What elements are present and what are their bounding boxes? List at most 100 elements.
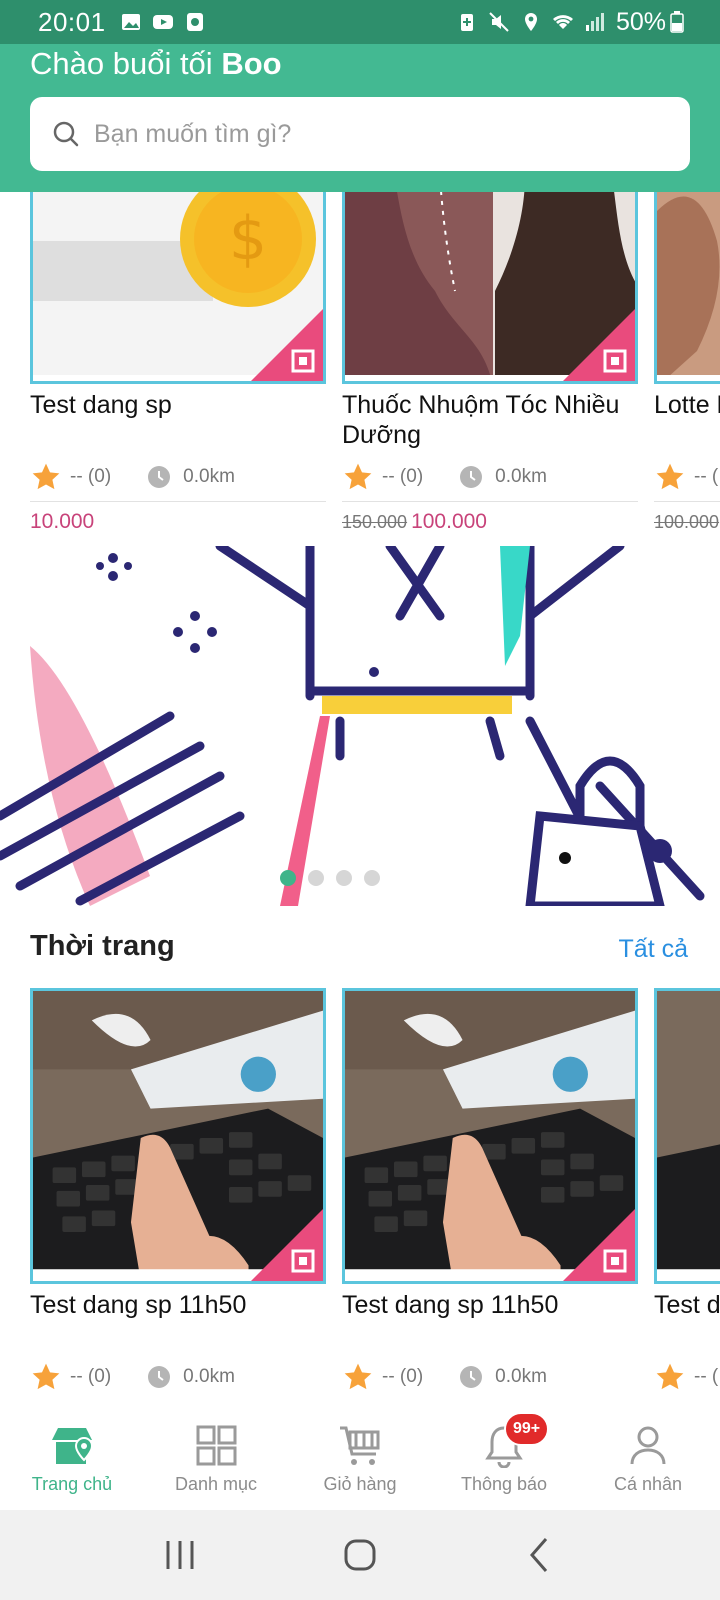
banner-illustration bbox=[0, 546, 720, 906]
product-rating: -- (0) bbox=[382, 465, 424, 487]
keyboard-image bbox=[657, 991, 720, 1281]
greeting: Chào buổi tối Boo bbox=[30, 46, 282, 82]
qr-corner-icon bbox=[251, 1209, 323, 1281]
price-current: 100.000 bbox=[411, 510, 487, 533]
nav-categories[interactable]: Danh mục bbox=[144, 1410, 288, 1510]
header: Chào buổi tối Boo Bạn muốn tìm gì? bbox=[0, 44, 720, 192]
product-card[interactable]: Test dang sp 11h50 -- (0) 0.0km bbox=[342, 988, 638, 1402]
search-input[interactable]: Bạn muốn tìm gì? bbox=[94, 120, 291, 149]
status-bar: 20:01 50% bbox=[0, 0, 720, 44]
greeting-prefix: Chào buổi tối bbox=[30, 46, 213, 81]
notification-badge: 99+ bbox=[504, 1412, 550, 1446]
star-icon bbox=[344, 1363, 372, 1390]
qr-corner-icon bbox=[563, 309, 635, 381]
star-icon bbox=[32, 463, 60, 489]
star-icon bbox=[656, 463, 684, 489]
carousel-dot[interactable] bbox=[364, 870, 380, 886]
back-icon[interactable] bbox=[518, 1533, 562, 1577]
battery-saver-icon bbox=[460, 14, 473, 31]
product-name: Test dang sp 11h50 bbox=[30, 1291, 247, 1319]
product-card[interactable]: Test d -- ( bbox=[654, 988, 720, 1402]
status-right-icons: 50% bbox=[456, 8, 684, 37]
cart-icon bbox=[340, 1426, 380, 1465]
product-distance: 0.0km bbox=[183, 465, 235, 487]
app-icon bbox=[186, 13, 203, 31]
product-distance: 0.0km bbox=[495, 465, 547, 487]
product-card[interactable]: Test dang sp 11h50 -- (0) 0.0km bbox=[30, 988, 326, 1402]
clock-icon bbox=[460, 1366, 483, 1388]
product-image[interactable] bbox=[30, 988, 326, 1284]
bottom-nav: Trang chủ Danh mục Giỏ hàng 99+ Thông bá… bbox=[0, 1410, 720, 1510]
star-icon bbox=[656, 1363, 684, 1390]
product-meta: -- (0) 0.0km bbox=[30, 462, 326, 502]
product-name: Thuốc Nhuộm Tóc Nhiều Dưỡng bbox=[342, 391, 620, 449]
carousel-dot[interactable] bbox=[280, 870, 296, 886]
product-meta: -- (0) 0.0km bbox=[342, 1362, 638, 1402]
see-all-link[interactable]: Tất cả bbox=[619, 935, 688, 964]
battery-percent: 50% bbox=[615, 7, 666, 36]
product-price: 100.000 bbox=[654, 510, 720, 538]
star-icon bbox=[32, 1363, 60, 1390]
person-icon bbox=[630, 1426, 666, 1465]
product-meta: -- ( bbox=[654, 1362, 720, 1402]
nav-profile[interactable]: Cá nhân bbox=[576, 1410, 720, 1510]
nav-label: Trang chủ bbox=[31, 1474, 113, 1494]
product-rating: -- (0) bbox=[70, 1366, 112, 1387]
nav-label: Danh mục bbox=[174, 1474, 258, 1494]
product-price: 10.000 bbox=[30, 510, 326, 538]
qr-corner-icon bbox=[251, 309, 323, 381]
product-name: Test dang sp 11h50 bbox=[342, 1291, 559, 1319]
clock-icon bbox=[148, 1366, 171, 1388]
wifi-icon bbox=[552, 15, 573, 29]
product-meta: -- ( bbox=[654, 462, 720, 502]
price-old: 150.000 bbox=[342, 512, 408, 532]
gallery-icon bbox=[121, 14, 140, 30]
promo-banner[interactable] bbox=[0, 546, 720, 906]
section-title: Thời trang bbox=[30, 930, 175, 962]
product-image[interactable] bbox=[342, 988, 638, 1284]
product-name: Lotte Ngừa bbox=[654, 391, 720, 419]
product-distance: 0.0km bbox=[183, 1366, 235, 1387]
product-rating: -- ( bbox=[694, 465, 719, 487]
product-image[interactable] bbox=[654, 988, 720, 1284]
price-old: 100.000 bbox=[654, 512, 720, 532]
clock-icon bbox=[460, 465, 483, 488]
carousel-dot[interactable] bbox=[308, 870, 324, 886]
product-rating: -- (0) bbox=[382, 1366, 424, 1387]
search-icon bbox=[53, 121, 79, 147]
location-icon bbox=[524, 13, 537, 31]
nav-label: Thông báo bbox=[460, 1474, 548, 1494]
status-left-icons bbox=[120, 11, 206, 33]
star-icon bbox=[344, 463, 372, 489]
product-row-fashion[interactable]: Test dang sp 11h50 -- (0) 0.0km Test dan… bbox=[30, 988, 720, 1402]
product-distance: 0.0km bbox=[495, 1366, 547, 1387]
nav-notifications[interactable]: 99+ Thông báo bbox=[432, 1410, 576, 1510]
greeting-name: Boo bbox=[221, 46, 282, 81]
product-meta: -- (0) 0.0km bbox=[30, 1362, 326, 1402]
carousel-dots[interactable] bbox=[0, 870, 720, 886]
battery-icon bbox=[670, 11, 684, 33]
product-price: 150.000 100.000 bbox=[342, 510, 638, 538]
home-button-icon[interactable] bbox=[338, 1533, 382, 1577]
nav-home[interactable]: Trang chủ bbox=[0, 1410, 144, 1510]
nav-label: Giỏ hàng bbox=[323, 1474, 397, 1494]
product-rating: -- ( bbox=[694, 1366, 719, 1387]
search-bar[interactable]: Bạn muốn tìm gì? bbox=[30, 97, 690, 171]
youtube-icon bbox=[152, 15, 173, 29]
nav-cart[interactable]: Giỏ hàng bbox=[288, 1410, 432, 1510]
system-nav-bar bbox=[0, 1510, 720, 1600]
battery: 50% bbox=[616, 8, 684, 37]
carousel-dot[interactable] bbox=[336, 870, 352, 886]
screen: 20:01 50% Chào buổi tối Boo Bạn muốn tìm… bbox=[0, 0, 720, 1600]
status-time: 20:01 bbox=[38, 6, 106, 37]
recent-apps-icon[interactable] bbox=[158, 1533, 202, 1577]
product-name: Test dang sp bbox=[30, 391, 172, 419]
mute-icon bbox=[489, 12, 509, 32]
product-rating: -- (0) bbox=[70, 465, 112, 487]
nav-label: Cá nhân bbox=[613, 1474, 683, 1494]
product-name: Test d bbox=[654, 1291, 720, 1319]
clock-icon bbox=[148, 465, 171, 488]
svg-text:$: $ bbox=[229, 204, 267, 274]
qr-corner-icon bbox=[563, 1209, 635, 1281]
home-store-icon bbox=[52, 1428, 94, 1464]
